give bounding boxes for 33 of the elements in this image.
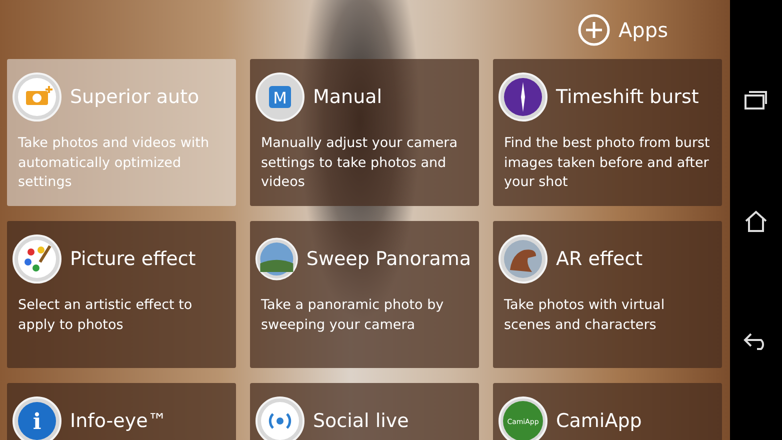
mode-title: Picture effect <box>70 248 196 270</box>
mode-title: Manual <box>313 86 382 108</box>
mode-description: Find the best photo from burst images taken before and after your shot <box>504 134 711 192</box>
mode-title: CamiApp <box>556 410 642 432</box>
mode-title: Timeshift burst <box>556 86 699 108</box>
home-icon[interactable] <box>744 210 768 232</box>
mode-title: Info-eye™ <box>70 410 167 432</box>
mode-card[interactable]: Sweep Panorama Take a panoramic photo by sweeping your camera <box>250 221 479 368</box>
recent-apps-icon[interactable] <box>744 90 768 110</box>
mode-title: Social live <box>313 410 409 432</box>
mode-card[interactable]: AR effect Take photos with virtual scenes and characters <box>493 221 722 368</box>
mode-card[interactable]: Timeshift burst Find the best photo from burst images taken before and after your shot <box>493 59 722 206</box>
mode-card[interactable]: Social live <box>250 383 479 440</box>
mode-description: Manually adjust your camera settings to take photos and videos <box>261 134 458 192</box>
mode-card[interactable]: Picture effect Select an artistic effect to apply to photos <box>7 221 236 368</box>
mode-icon: M <box>255 72 305 122</box>
mode-card[interactable]: M Manual Manually adjust your camera settings to take photos and videos <box>250 59 479 206</box>
mode-icon <box>498 234 548 284</box>
mode-title: Sweep Panorama <box>306 248 471 270</box>
mode-icon <box>255 396 305 440</box>
apps-button[interactable]: Apps <box>578 14 668 46</box>
mode-title: AR effect <box>556 248 643 270</box>
mode-title: Superior auto <box>70 86 200 108</box>
mode-description: Take photos with virtual scenes and characters <box>504 296 666 334</box>
mode-icon <box>498 72 548 122</box>
plus-icon <box>578 14 610 46</box>
mode-icon <box>12 72 62 122</box>
mode-icon <box>12 234 62 284</box>
mode-description: Take photos and videos with automatically optimized settings <box>18 134 210 192</box>
mode-card[interactable]: i Info-eye™ <box>7 383 236 440</box>
mode-icon: i <box>12 396 62 440</box>
mode-description: Select an artistic effect to apply to photos <box>18 296 194 334</box>
mode-description: Take a panoramic photo by sweeping your camera <box>261 296 445 334</box>
